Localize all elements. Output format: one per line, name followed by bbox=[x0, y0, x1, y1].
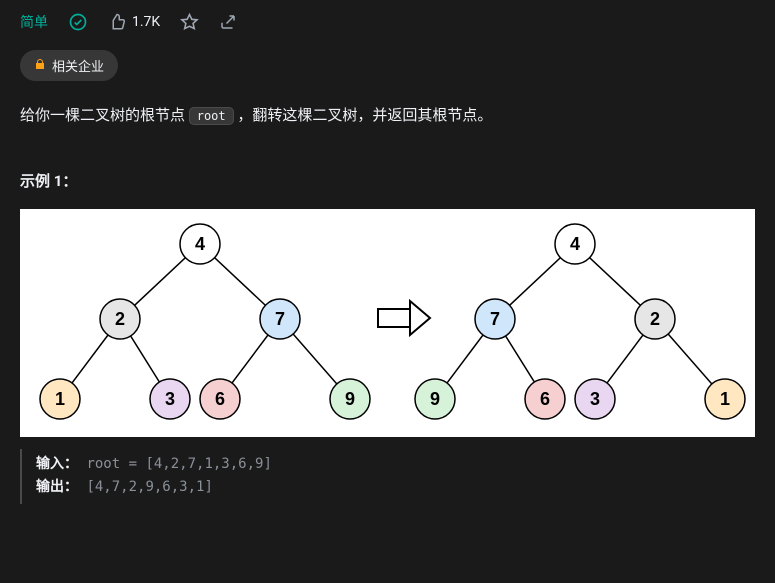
svg-text:6: 6 bbox=[540, 389, 550, 409]
share-button[interactable] bbox=[219, 13, 237, 31]
favorite-button[interactable] bbox=[180, 13, 199, 32]
problem-text-after: ，翻转这棵二叉树，并返回其根节点。 bbox=[237, 106, 492, 124]
difficulty-label: 简单 bbox=[20, 12, 48, 32]
example-heading: 示例 1： bbox=[20, 170, 755, 191]
like-button[interactable]: 1.7K bbox=[108, 13, 160, 31]
svg-text:2: 2 bbox=[650, 309, 660, 329]
solved-check-icon[interactable] bbox=[68, 12, 88, 32]
company-tag-label: 相关企业 bbox=[52, 56, 104, 75]
problem-text-before: 给你一棵二叉树的根节点 bbox=[20, 106, 189, 124]
example-output-label: 输出： bbox=[36, 479, 78, 495]
like-count: 1.7K bbox=[132, 14, 160, 30]
example-input-row: 输入： root = [4,2,7,1,3,6,9] bbox=[36, 453, 755, 477]
lock-icon bbox=[34, 58, 46, 74]
svg-text:9: 9 bbox=[345, 389, 355, 409]
problem-inline-code: root bbox=[189, 107, 234, 125]
svg-text:9: 9 bbox=[430, 389, 440, 409]
example-input-label: 输入： bbox=[36, 456, 78, 472]
example-io-block: 输入： root = [4,2,7,1,3,6,9] 输出： [4,7,2,9,… bbox=[20, 449, 755, 505]
svg-text:7: 7 bbox=[275, 309, 285, 329]
svg-text:2: 2 bbox=[115, 309, 125, 329]
svg-text:1: 1 bbox=[720, 389, 730, 409]
company-tag[interactable]: 相关企业 bbox=[20, 50, 118, 81]
svg-text:4: 4 bbox=[195, 234, 205, 254]
svg-text:7: 7 bbox=[490, 309, 500, 329]
problem-topbar: 简单 1.7K bbox=[20, 12, 755, 32]
problem-description: 给你一棵二叉树的根节点 root ，翻转这棵二叉树，并返回其根节点。 bbox=[20, 101, 755, 130]
tree-diagram: 4 2 7 1 3 6 9 4 7 2 9 6 3 1 bbox=[20, 209, 755, 437]
example-input-value: root = [4,2,7,1,3,6,9] bbox=[86, 456, 271, 472]
svg-text:6: 6 bbox=[215, 389, 225, 409]
svg-text:4: 4 bbox=[570, 234, 580, 254]
example-output-row: 输出： [4,7,2,9,6,3,1] bbox=[36, 476, 755, 500]
example-output-value: [4,7,2,9,6,3,1] bbox=[86, 479, 212, 495]
svg-text:1: 1 bbox=[55, 389, 65, 409]
svg-text:3: 3 bbox=[165, 389, 175, 409]
svg-text:3: 3 bbox=[590, 389, 600, 409]
